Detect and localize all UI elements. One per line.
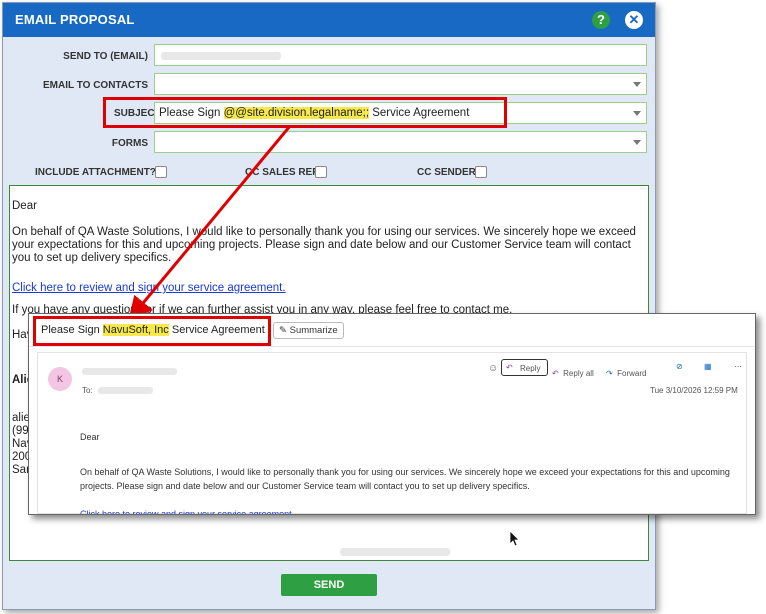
reply-all-icon: ↶ [552, 369, 559, 378]
reply-label: Reply [520, 364, 541, 373]
reply-button[interactable]: ↶ Reply [501, 359, 548, 376]
preview-body: On behalf of QA Waste Solutions, I would… [80, 467, 730, 491]
reply-all-button[interactable]: ↶ Reply all [552, 363, 594, 381]
more-options-icon[interactable]: ⋯ [734, 362, 742, 371]
forward-label: Forward [617, 369, 647, 378]
preview-subject-annotation-box [33, 316, 271, 346]
forward-icon: ↷ [606, 369, 613, 378]
apps-icon[interactable]: ▦ [704, 362, 712, 371]
reply-all-label: Reply all [563, 369, 594, 378]
reply-icon: ↶ [506, 363, 513, 372]
preview-greeting: Dear [80, 432, 100, 442]
mouse-cursor-icon [509, 530, 520, 547]
summarize-button[interactable]: ✎ Summarize [273, 322, 344, 339]
forward-button[interactable]: ↷ Forward [606, 363, 647, 381]
timestamp: Tue 3/10/2026 12:59 PM [650, 386, 738, 395]
summarize-icon: ✎ [279, 325, 287, 336]
email-preview-panel: Please Sign NavuSoft, Inc Service Agreem… [28, 313, 756, 515]
avatar: K [48, 367, 72, 391]
divider [29, 346, 755, 347]
link-icon[interactable]: ⊘ [676, 362, 683, 371]
emoji-icon[interactable]: ☺ [488, 363, 498, 374]
to-label: To: [82, 386, 93, 395]
preview-link[interactable]: Click here to review and sign your servi… [80, 507, 294, 514]
summarize-label: Summarize [289, 325, 338, 336]
annotation-arrow [128, 125, 292, 321]
message-card: K To: ☺ ↶ Reply ↶ Reply all ↷ Forward ⊘ … [37, 352, 747, 514]
redacted-sender [82, 368, 177, 375]
redacted-recipient [98, 387, 153, 394]
